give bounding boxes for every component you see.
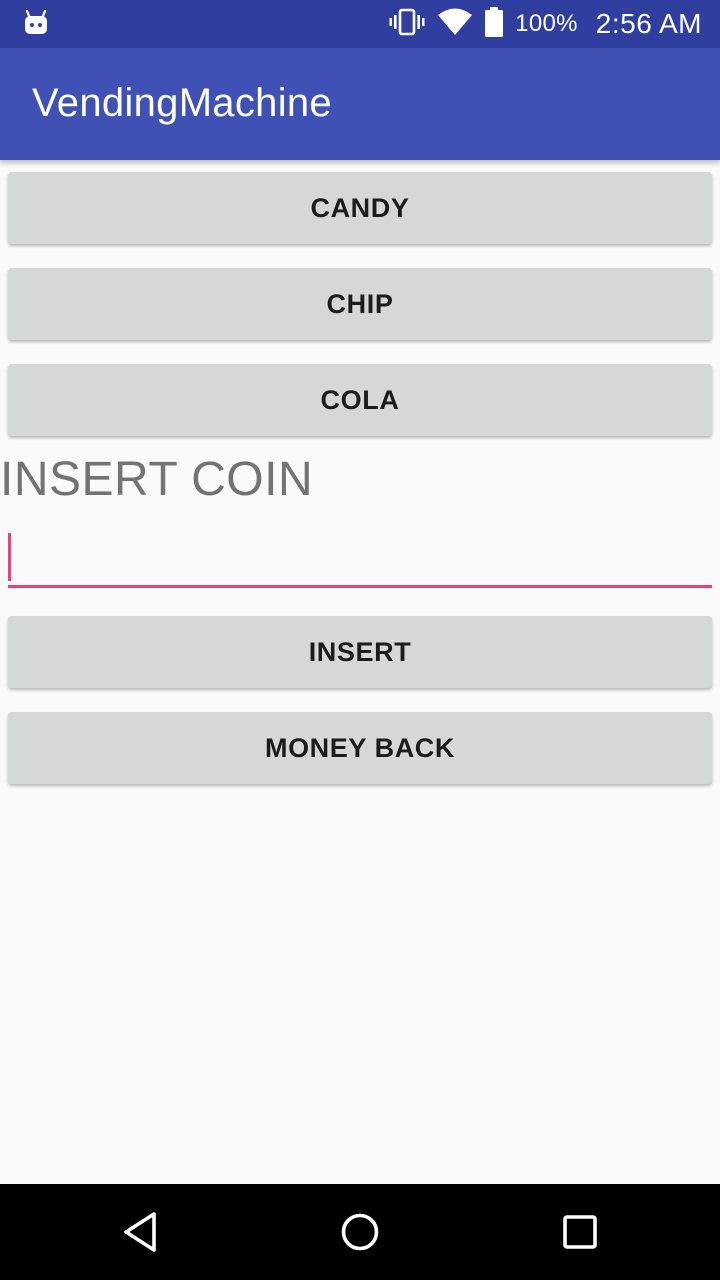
insert-button[interactable]: INSERT: [8, 616, 712, 688]
status-right-group: 100% 2:56 AM: [389, 0, 702, 48]
back-triangle-icon[interactable]: [110, 1202, 170, 1262]
insert-coin-label: INSERT COIN: [0, 453, 314, 506]
recents-square-icon[interactable]: [550, 1202, 610, 1262]
money-back-button[interactable]: MONEY BACK: [8, 712, 712, 784]
android-robot-icon: [24, 9, 48, 36]
chip-button[interactable]: CHIP: [8, 268, 712, 340]
status-bar: 100% 2:56 AM: [0, 0, 720, 48]
home-circle-icon[interactable]: [330, 1202, 390, 1262]
wifi-icon: [437, 8, 473, 41]
coin-input[interactable]: [8, 530, 712, 588]
app-title: VendingMachine: [32, 81, 332, 125]
vending-machine-screen: 100% 2:56 AM VendingMachine CANDY CHIP C…: [0, 0, 720, 1280]
candy-button[interactable]: CANDY: [8, 172, 712, 244]
status-clock: 2:56 AM: [595, 8, 702, 39]
battery-percent: 100%: [515, 10, 578, 37]
navigation-bar: [0, 1184, 720, 1280]
battery-icon: [485, 6, 504, 42]
text-cursor: [8, 533, 11, 581]
cola-button[interactable]: COLA: [8, 364, 712, 436]
app-bar: VendingMachine: [0, 48, 720, 160]
vibrate-icon: [389, 8, 425, 41]
